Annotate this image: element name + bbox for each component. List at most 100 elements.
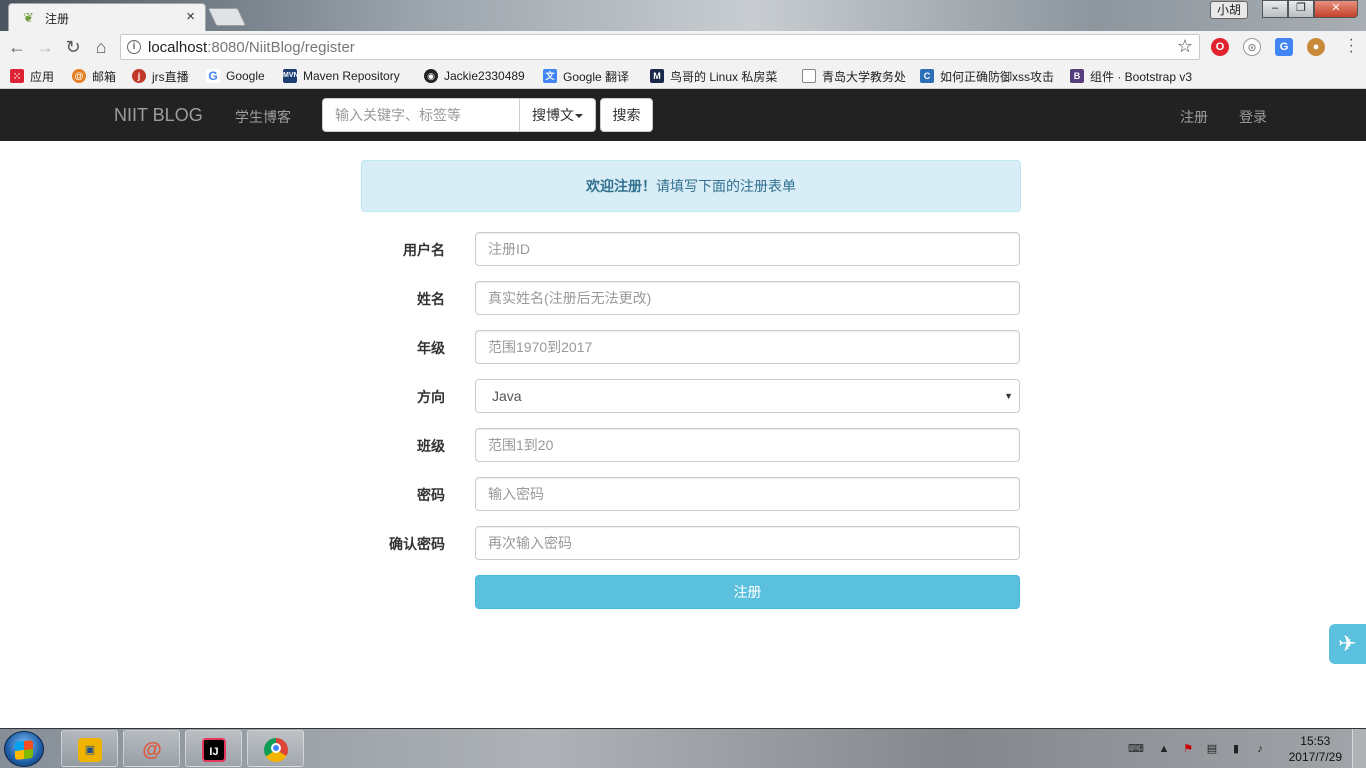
search-type-dropdown[interactable]: 搜博文 — [519, 98, 596, 132]
reload-icon[interactable]: ↻ — [62, 36, 84, 58]
bookmark-item[interactable]: G Google — [206, 68, 265, 84]
bookmark-label: Jackie2330489 — [444, 69, 525, 83]
translate-icon: 文 — [543, 69, 557, 83]
linux-icon: M — [650, 69, 664, 83]
bookmark-item[interactable]: M 鸟哥的 Linux 私房菜 — [650, 68, 785, 84]
bookmark-label: 邮箱 — [92, 69, 117, 84]
grade-input[interactable] — [475, 330, 1020, 364]
bookmark-item[interactable]: ◉ Jackie2330489 — [424, 68, 525, 84]
page-icon — [802, 69, 816, 83]
article-icon: C — [920, 69, 934, 83]
bookmark-item[interactable]: 青岛大学教务处 — [802, 68, 906, 84]
browser-toolbar: ← → ↻ ⌂ i localhost:8080/NiitBlog/regist… — [0, 31, 1366, 63]
confirm-password-input[interactable] — [475, 526, 1020, 560]
search-input[interactable] — [322, 98, 520, 132]
password-input[interactable] — [475, 477, 1020, 511]
info-icon[interactable]: i — [127, 40, 141, 54]
profile-button[interactable]: 小胡 — [1209, 1, 1248, 19]
jrs-icon: j — [132, 69, 146, 83]
url-text: localhost:8080/NiitBlog/register — [148, 39, 355, 56]
bookmark-label: 青岛大学教务处 — [822, 69, 907, 84]
flag-alert-icon[interactable]: ⚑ — [1181, 742, 1195, 756]
taskbar-app-file-manager[interactable]: ▣ — [61, 730, 118, 767]
show-desktop-button[interactable] — [1352, 729, 1366, 768]
os-taskbar: ▣ @ IJ ⌨ ▲ ⚑ ▤ ▮ ♪ 15:53 2017/7/29 — [0, 728, 1366, 768]
username-input[interactable] — [475, 232, 1020, 266]
mail-icon: @ — [72, 69, 86, 83]
google-icon: G — [206, 69, 220, 83]
bookmark-label: Google 翻译 — [563, 69, 630, 84]
realname-input[interactable] — [475, 281, 1020, 315]
register-submit-button[interactable]: 注册 — [475, 575, 1020, 609]
alert-strong: 欢迎注册！ — [586, 178, 656, 194]
tray-expand-icon[interactable]: ▲ — [1157, 742, 1171, 756]
bookmarks-bar: ⁙ 应用 @ 邮箱 j jrs直播 G Google MVN Maven Reposito… — [0, 63, 1366, 89]
opera-icon[interactable]: O — [1211, 38, 1229, 56]
bookmark-item[interactable]: 文 Google 翻译 — [543, 68, 629, 84]
bookmark-star-icon[interactable]: ☆ — [1177, 36, 1193, 57]
search-button[interactable]: 搜索 — [600, 98, 653, 132]
home-icon[interactable]: ⌂ — [90, 36, 112, 58]
nav-login[interactable]: 登录 — [1239, 107, 1267, 127]
new-tab-button[interactable] — [207, 8, 247, 26]
bookmark-label: 应用 — [30, 69, 55, 84]
file-manager-icon: ▣ — [78, 738, 102, 762]
direction-selected-value: Java — [492, 388, 522, 404]
cookie-icon[interactable]: ● — [1307, 38, 1325, 56]
nav-student-blogs[interactable]: 学生博客 — [235, 107, 291, 127]
apps-grid-icon: ⁙ — [10, 69, 24, 83]
extension-circle-icon[interactable]: ⊙ — [1243, 38, 1261, 56]
bookmark-item[interactable]: ⁙ 应用 — [10, 68, 54, 84]
volume-icon[interactable]: ♪ — [1253, 742, 1267, 756]
clock-time: 15:53 — [1300, 734, 1331, 748]
bookmark-label: jrs直播 — [152, 69, 189, 84]
brand-link[interactable]: NIIT BLOG — [114, 105, 203, 126]
bookmark-item[interactable]: C 如何正确防御xss攻击 — [920, 68, 1056, 84]
device-icon[interactable]: ▤ — [1205, 742, 1219, 756]
nav-register[interactable]: 注册 — [1180, 107, 1208, 127]
google-translate-icon[interactable]: G — [1275, 38, 1293, 56]
bookmark-label: 鸟哥的 Linux 私房菜 — [670, 69, 778, 84]
maximize-button[interactable]: ❐ — [1288, 0, 1314, 18]
keyboard-icon[interactable]: ⌨ — [1128, 742, 1144, 756]
tab-register[interactable]: ❦ 注册 × — [8, 3, 206, 31]
bookmark-label: 如何正确防御xss攻击 — [940, 69, 1055, 84]
close-window-button[interactable]: ✕ — [1314, 0, 1358, 18]
bookmark-item[interactable]: B 组件 · Bootstrap v3 — [1070, 68, 1206, 84]
class-input[interactable] — [475, 428, 1020, 462]
start-button[interactable] — [4, 731, 44, 767]
bootstrap-icon: B — [1070, 69, 1084, 83]
direction-select[interactable]: Java ▼ — [475, 379, 1020, 413]
caret-down-icon — [575, 114, 583, 119]
taskbar-app-intellij[interactable]: IJ — [185, 730, 242, 767]
bookmark-item[interactable]: j jrs直播 — [132, 68, 189, 84]
back-arrow-icon[interactable]: ← — [6, 36, 28, 58]
bookmark-item[interactable]: @ 邮箱 — [72, 68, 116, 84]
forward-arrow-icon[interactable]: → — [34, 36, 56, 58]
realname-label: 姓名 — [417, 291, 445, 307]
site-navbar: NIIT BLOG 学生博客 搜博文 搜索 注册 登录 — [0, 89, 1366, 141]
alert-text: 请填写下面的注册表单 — [656, 178, 796, 194]
confirm-password-label: 确认密码 — [389, 536, 445, 552]
taskbar-app-chrome[interactable] — [247, 730, 304, 767]
tab-title: 注册 — [45, 12, 70, 26]
airplane-icon[interactable]: ✈ — [1329, 624, 1366, 664]
chrome-icon — [264, 738, 288, 762]
chrome-menu-icon[interactable]: · · · — [1349, 32, 1354, 60]
address-bar[interactable]: i localhost:8080/NiitBlog/register ☆ — [120, 34, 1200, 60]
tab-close-icon[interactable]: × — [186, 8, 195, 25]
windows-logo-icon — [15, 740, 33, 760]
bookmark-label: Maven Repository — [303, 69, 400, 83]
minimize-button[interactable]: – — [1262, 0, 1288, 18]
spring-leaf-icon: ❦ — [23, 10, 34, 25]
system-clock[interactable]: 15:53 2017/7/29 — [1289, 733, 1342, 765]
bookmark-item[interactable]: MVN Maven Repository — [283, 68, 400, 84]
welcome-alert: 欢迎注册！请填写下面的注册表单 — [361, 160, 1021, 212]
class-label: 班级 — [417, 438, 445, 454]
network-signal-icon[interactable]: ▮ — [1229, 742, 1243, 756]
snail-icon: @ — [142, 739, 162, 761]
select-arrow-icon: ▼ — [1004, 391, 1013, 401]
taskbar-app-snail[interactable]: @ — [123, 730, 180, 767]
clock-date: 2017/7/29 — [1288, 750, 1342, 764]
bookmark-label: Google — [226, 69, 265, 83]
